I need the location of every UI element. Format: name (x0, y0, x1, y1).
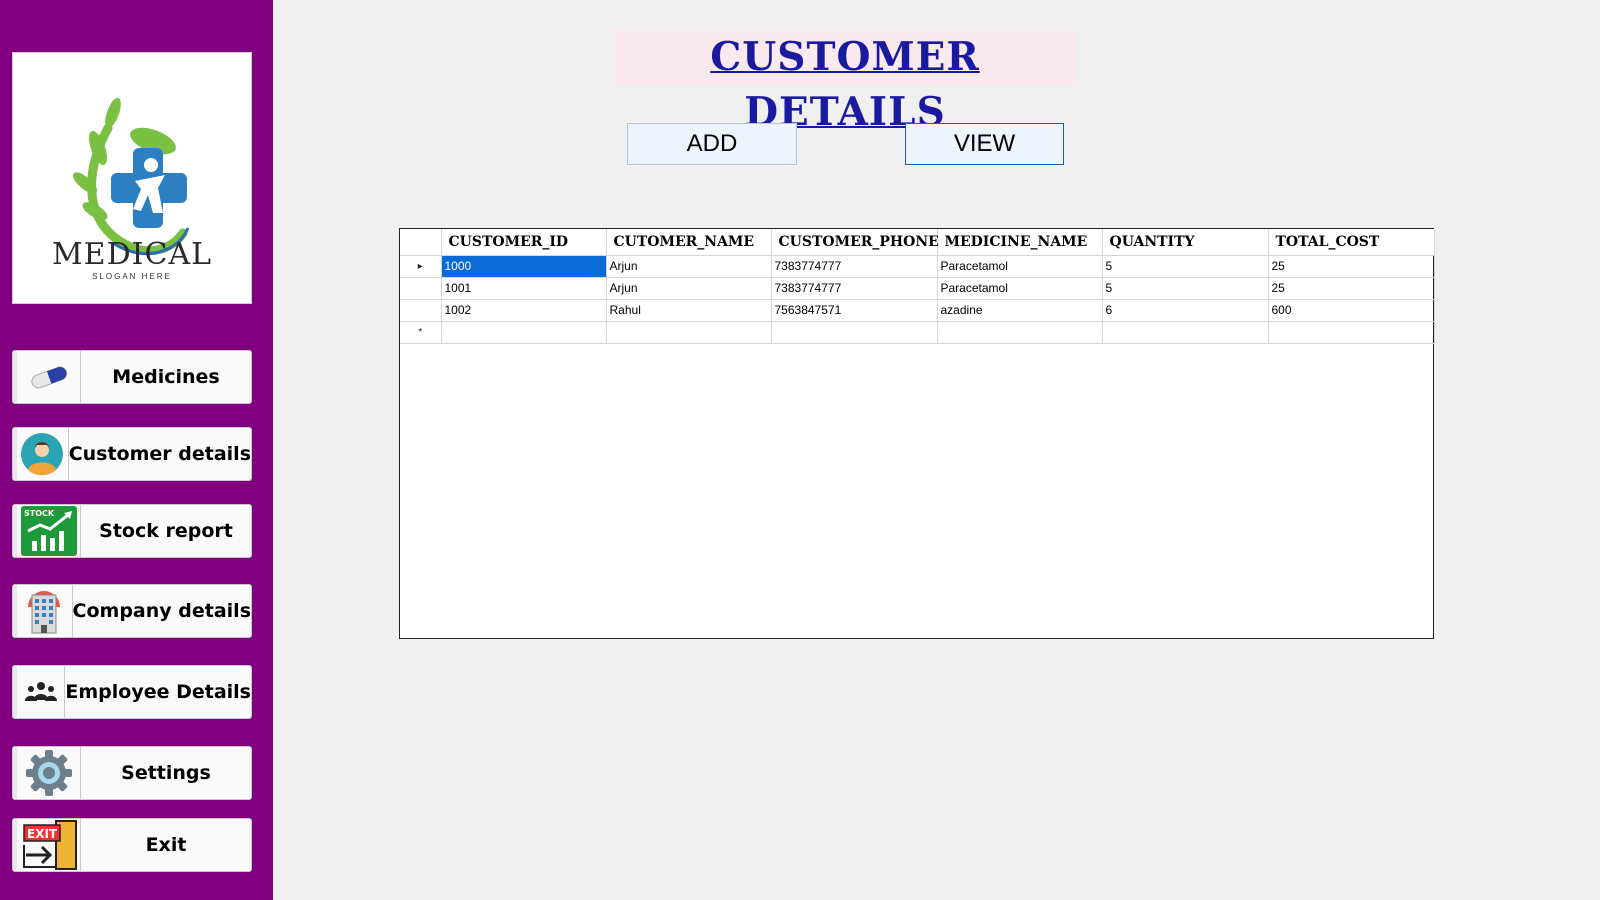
settings-button[interactable]: Settings (12, 746, 252, 800)
row-header[interactable] (400, 277, 442, 300)
exit-button[interactable]: EXIT Exit (12, 818, 252, 872)
team-icon (13, 666, 66, 718)
settings-label: Settings (121, 762, 211, 784)
table-row[interactable]: 1002 Rahul 7563847571 azadine 6 600 (400, 299, 1435, 322)
grid-cell[interactable] (606, 321, 772, 344)
customer-avatar-icon (13, 428, 69, 480)
medical-logo: MEDICAL SLOGAN HERE (12, 52, 252, 304)
company-details-button[interactable]: Company details (12, 584, 252, 638)
grid-header-row: CUSTOMER_ID CUTOMER_NAME CUSTOMER_PHONE … (400, 229, 1435, 256)
stock-report-label: Stock report (99, 520, 233, 542)
column-header-customer-phone[interactable]: CUSTOMER_PHONE (771, 229, 939, 256)
grid-cell[interactable]: 1002 (441, 299, 607, 322)
new-row[interactable]: * (400, 321, 1435, 344)
column-header-total-cost[interactable]: TOTAL_COST (1268, 229, 1435, 256)
logo-brand-text: MEDICAL (51, 237, 213, 272)
medicines-label: Medicines (112, 366, 220, 388)
grid-cell[interactable]: Arjun (606, 255, 772, 278)
employee-details-label: Employee Details (65, 681, 251, 703)
grid-cell[interactable]: 7563847571 (771, 299, 938, 322)
column-header-quantity[interactable]: QUANTITY (1102, 229, 1269, 256)
table-row[interactable]: ▸ 1000 Arjun 7383774777 Paracetamol 5 25 (400, 255, 1435, 278)
grid-cell[interactable]: 6 (1102, 299, 1269, 322)
exit-door-icon: EXIT (13, 819, 81, 871)
grid-cell[interactable]: azadine (937, 299, 1103, 322)
customer-data-grid[interactable]: CUSTOMER_ID CUTOMER_NAME CUSTOMER_PHONE … (399, 228, 1435, 639)
company-details-label: Company details (72, 600, 251, 622)
grid-cell[interactable]: Arjun (606, 277, 772, 300)
gear-icon (13, 747, 81, 799)
customer-details-button[interactable]: Customer details (12, 427, 252, 481)
grid-cell[interactable] (1102, 321, 1269, 344)
svg-text:EXIT: EXIT (27, 827, 58, 841)
logo-slogan-text: SLOGAN HERE (92, 272, 172, 281)
employee-details-button[interactable]: Employee Details (12, 665, 252, 719)
column-header-medicine-name[interactable]: MEDICINE_NAME (937, 229, 1103, 256)
stock-report-button[interactable]: STOCK Stock report (12, 504, 252, 558)
current-row-indicator[interactable]: ▸ (400, 255, 442, 278)
building-icon (13, 585, 73, 637)
stock-chart-icon: STOCK (13, 505, 81, 557)
exit-label: Exit (145, 834, 187, 856)
grid-cell[interactable]: 1001 (441, 277, 607, 300)
customer-details-label: Customer details (68, 443, 251, 465)
capsule-icon (13, 351, 81, 403)
table-row[interactable]: 1001 Arjun 7383774777 Paracetamol 5 25 (400, 277, 1435, 300)
page-title: CUSTOMER DETAILS (614, 30, 1076, 135)
grid-cell[interactable] (1268, 321, 1435, 344)
grid-cell[interactable]: 7383774777 (771, 255, 938, 278)
grid-cell[interactable]: Rahul (606, 299, 772, 322)
row-header-corner[interactable] (400, 229, 442, 256)
grid-cell[interactable]: Paracetamol (937, 255, 1103, 278)
grid-cell[interactable]: Paracetamol (937, 277, 1103, 300)
grid-cell[interactable]: 25 (1268, 255, 1435, 278)
grid-cell[interactable] (771, 321, 938, 344)
row-header[interactable] (400, 299, 442, 322)
grid-cell[interactable] (441, 321, 607, 344)
svg-text:STOCK: STOCK (24, 509, 55, 518)
grid-cell[interactable]: 600 (1268, 299, 1435, 322)
medicines-button[interactable]: Medicines (12, 350, 252, 404)
view-button[interactable]: VIEW (905, 123, 1064, 165)
add-button[interactable]: ADD (627, 123, 797, 165)
grid-cell[interactable]: 25 (1268, 277, 1435, 300)
column-header-customer-name[interactable]: CUTOMER_NAME (606, 229, 772, 256)
grid-cell[interactable]: 5 (1102, 277, 1269, 300)
sidebar: MEDICAL SLOGAN HERE Medicines Customer d… (0, 0, 273, 900)
column-header-customer-id[interactable]: CUSTOMER_ID (441, 229, 607, 256)
new-row-indicator[interactable]: * (400, 321, 442, 344)
grid-cell[interactable]: 7383774777 (771, 277, 938, 300)
grid-cell[interactable]: 5 (1102, 255, 1269, 278)
grid-cell[interactable] (937, 321, 1103, 344)
grid-cell[interactable]: 1000 (441, 255, 607, 278)
